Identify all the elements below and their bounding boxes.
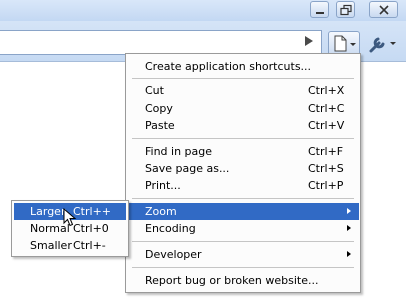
menu-item-copy[interactable]: Copy Ctrl+C (127, 100, 359, 117)
maximize-button[interactable] (336, 1, 355, 18)
minimize-button[interactable] (310, 1, 329, 18)
menu-item-print[interactable]: Print... Ctrl+P (127, 177, 359, 194)
menu-item-zoom[interactable]: Zoom (127, 203, 359, 220)
page-menu: Create application shortcuts... Cut Ctrl… (125, 53, 361, 293)
menu-separator (132, 78, 354, 79)
menu-separator (132, 241, 354, 242)
zoom-smaller[interactable]: Smaller Ctrl+- (14, 237, 126, 254)
menu-item-create-shortcuts[interactable]: Create application shortcuts... (127, 58, 359, 75)
close-button[interactable] (369, 1, 398, 18)
address-bar[interactable] (0, 30, 322, 55)
menu-separator (132, 138, 354, 139)
submenu-arrow-icon (347, 251, 351, 257)
go-icon[interactable] (303, 35, 315, 47)
title-bar (0, 0, 406, 21)
submenu-arrow-icon (347, 225, 351, 231)
menu-item-encoding[interactable]: Encoding (127, 220, 359, 237)
menu-item-cut[interactable]: Cut Ctrl+X (127, 82, 359, 99)
menu-item-save-page-as[interactable]: Save page as... Ctrl+S (127, 160, 359, 177)
menu-item-report-bug[interactable]: Report bug or broken website... (127, 272, 359, 289)
wrench-menu-button[interactable] (366, 32, 400, 56)
submenu-arrow-icon (347, 208, 351, 214)
hand-cursor-icon (63, 208, 77, 227)
close-icon (379, 5, 389, 15)
menu-separator (132, 267, 354, 268)
maximize-icon (340, 4, 352, 16)
minimize-icon (316, 12, 324, 14)
menu-item-find-in-page[interactable]: Find in page Ctrl+F (127, 143, 359, 160)
menu-separator (132, 198, 354, 199)
menu-item-paste[interactable]: Paste Ctrl+V (127, 117, 359, 134)
wrench-icon (369, 37, 396, 53)
menu-item-developer[interactable]: Developer (127, 246, 359, 263)
